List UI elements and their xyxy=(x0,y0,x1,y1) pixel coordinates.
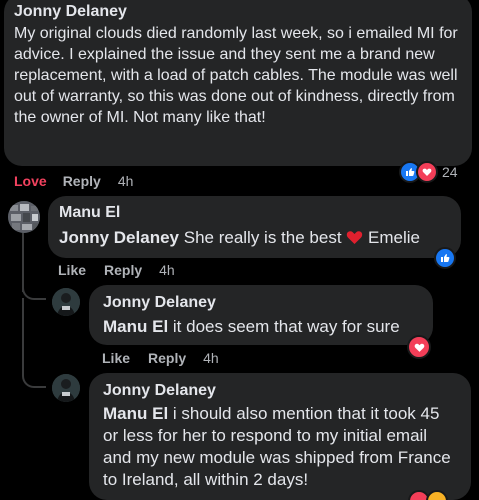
comment-actions-1: Love Reply 4h xyxy=(14,172,133,190)
mention-link[interactable]: Manu El xyxy=(103,317,168,336)
timestamp[interactable]: 4h xyxy=(159,261,175,279)
reaction-summary[interactable] xyxy=(434,247,456,269)
comment-text: Manu El it does seem that way for sure xyxy=(103,316,419,337)
reaction-summary[interactable] xyxy=(408,490,448,500)
comment-text-part: She really is the best xyxy=(183,228,342,247)
avatar[interactable] xyxy=(8,201,40,233)
avatar[interactable] xyxy=(52,374,80,402)
thread-line xyxy=(22,298,24,368)
comment-actions-3: Like Reply 4h xyxy=(102,349,219,367)
reply-button[interactable]: Reply xyxy=(104,261,142,279)
thread-connector xyxy=(22,368,46,388)
love-reaction-button[interactable]: Love xyxy=(14,172,47,190)
comment-bubble-3: Jonny Delaney Manu El it does seem that … xyxy=(89,285,433,345)
love-reaction-icon xyxy=(407,335,431,359)
comment-bubble-1: Jonny Delaney My original clouds died ra… xyxy=(4,0,472,166)
haha-reaction-icon xyxy=(426,490,448,500)
heart-emoji-icon xyxy=(346,229,363,250)
mention-link[interactable]: Jonny Delaney xyxy=(59,228,179,247)
comment-author[interactable]: Jonny Delaney xyxy=(103,381,457,401)
comment-author[interactable]: Jonny Delaney xyxy=(14,2,462,22)
comment-text-part: Emelie xyxy=(368,228,420,247)
reaction-summary[interactable] xyxy=(407,335,431,359)
comment-actions-2: Like Reply 4h xyxy=(58,261,175,279)
timestamp[interactable]: 4h xyxy=(118,172,134,190)
reaction-summary[interactable]: 24 xyxy=(399,161,458,183)
like-button[interactable]: Like xyxy=(102,349,130,367)
comment-text: Manu El i should also mention that it to… xyxy=(103,403,457,491)
like-reaction-icon xyxy=(434,247,456,269)
mention-link[interactable]: Manu El xyxy=(103,404,168,423)
timestamp[interactable]: 4h xyxy=(203,349,219,367)
avatar[interactable] xyxy=(52,288,80,316)
comment-author[interactable]: Manu El xyxy=(59,203,450,223)
comment-text: Jonny Delaney She really is the best Eme… xyxy=(59,227,450,250)
comment-bubble-2: Manu El Jonny Delaney She really is the … xyxy=(48,196,461,258)
comment-bubble-4: Jonny Delaney Manu El i should also ment… xyxy=(89,373,471,500)
comment-text: My original clouds died randomly last we… xyxy=(14,25,458,126)
comment-author[interactable]: Jonny Delaney xyxy=(103,293,419,313)
reply-button[interactable]: Reply xyxy=(148,349,186,367)
like-button[interactable]: Like xyxy=(58,261,86,279)
comment-text-part: it does seem that way for sure xyxy=(172,317,400,336)
love-reaction-icon xyxy=(416,161,438,183)
reply-button[interactable]: Reply xyxy=(63,172,101,190)
thread-connector xyxy=(22,280,46,300)
reaction-count: 24 xyxy=(442,164,458,180)
